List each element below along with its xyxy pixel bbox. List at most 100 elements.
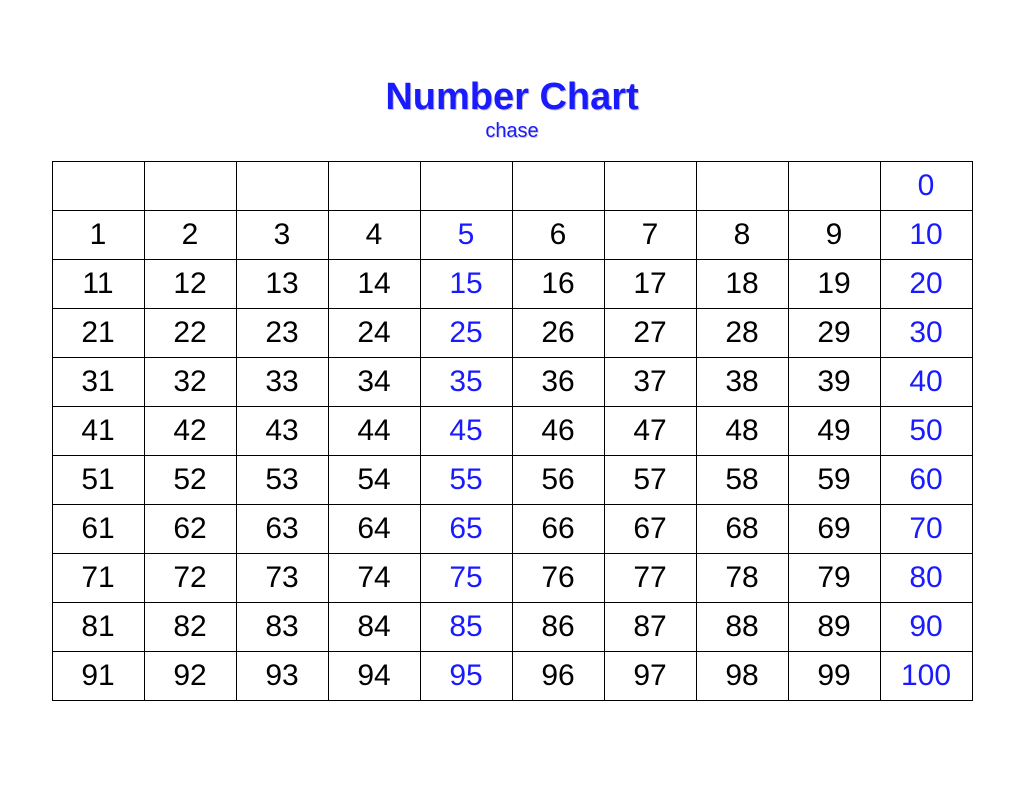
- table-cell: 16: [512, 259, 604, 308]
- table-cell: 96: [512, 651, 604, 700]
- table-cell: [788, 161, 880, 210]
- table-cell: 62: [144, 504, 236, 553]
- table-cell: 58: [696, 455, 788, 504]
- table-cell: 49: [788, 406, 880, 455]
- table-cell: 66: [512, 504, 604, 553]
- table-cell: 98: [696, 651, 788, 700]
- table-cell: 42: [144, 406, 236, 455]
- table-cell: 90: [880, 602, 972, 651]
- table-row: 11121314151617181920: [52, 259, 972, 308]
- table-cell: 97: [604, 651, 696, 700]
- table-cell: 33: [236, 357, 328, 406]
- table-row: 919293949596979899100: [52, 651, 972, 700]
- table-cell: 23: [236, 308, 328, 357]
- table-cell: 67: [604, 504, 696, 553]
- table-cell: 32: [144, 357, 236, 406]
- table-cell: 63: [236, 504, 328, 553]
- table-row: 81828384858687888990: [52, 602, 972, 651]
- table-cell: 83: [236, 602, 328, 651]
- table-cell: 50: [880, 406, 972, 455]
- table-cell: 53: [236, 455, 328, 504]
- table-cell: 86: [512, 602, 604, 651]
- table-cell: 15: [420, 259, 512, 308]
- table-cell: 94: [328, 651, 420, 700]
- table-cell: 26: [512, 308, 604, 357]
- table-row: 21222324252627282930: [52, 308, 972, 357]
- table-cell: 24: [328, 308, 420, 357]
- table-cell: 11: [52, 259, 144, 308]
- table-cell: [144, 161, 236, 210]
- table-row: 71727374757677787980: [52, 553, 972, 602]
- table-cell: [512, 161, 604, 210]
- table-cell: [696, 161, 788, 210]
- table-cell: 52: [144, 455, 236, 504]
- table-cell: 64: [328, 504, 420, 553]
- table-cell: 80: [880, 553, 972, 602]
- table-row: 0: [52, 161, 972, 210]
- table-cell: 36: [512, 357, 604, 406]
- table-cell: 25: [420, 308, 512, 357]
- table-cell: 20: [880, 259, 972, 308]
- table-cell: 51: [52, 455, 144, 504]
- table-cell: 89: [788, 602, 880, 651]
- table-cell: 5: [420, 210, 512, 259]
- table-cell: 7: [604, 210, 696, 259]
- table-cell: 59: [788, 455, 880, 504]
- table-cell: 92: [144, 651, 236, 700]
- table-cell: 10: [880, 210, 972, 259]
- table-cell: 78: [696, 553, 788, 602]
- table-cell: 44: [328, 406, 420, 455]
- table-cell: 13: [236, 259, 328, 308]
- table-cell: 85: [420, 602, 512, 651]
- table-cell: 46: [512, 406, 604, 455]
- table-cell: [52, 161, 144, 210]
- table-cell: 84: [328, 602, 420, 651]
- table-cell: 34: [328, 357, 420, 406]
- table-cell: 27: [604, 308, 696, 357]
- table-cell: 57: [604, 455, 696, 504]
- table-cell: 21: [52, 308, 144, 357]
- table-cell: [328, 161, 420, 210]
- table-cell: 39: [788, 357, 880, 406]
- table-cell: 70: [880, 504, 972, 553]
- table-cell: 17: [604, 259, 696, 308]
- table-cell: 93: [236, 651, 328, 700]
- table-cell: 2: [144, 210, 236, 259]
- table-cell: 99: [788, 651, 880, 700]
- table-cell: 4: [328, 210, 420, 259]
- table-cell: 68: [696, 504, 788, 553]
- table-row: 61626364656667686970: [52, 504, 972, 553]
- table-cell: 87: [604, 602, 696, 651]
- table-cell: 31: [52, 357, 144, 406]
- number-chart-body: 0123456789101112131415161718192021222324…: [52, 161, 972, 700]
- table-cell: 12: [144, 259, 236, 308]
- table-cell: 37: [604, 357, 696, 406]
- table-cell: 95: [420, 651, 512, 700]
- table-cell: 18: [696, 259, 788, 308]
- table-cell: 88: [696, 602, 788, 651]
- table-cell: 72: [144, 553, 236, 602]
- table-cell: 3: [236, 210, 328, 259]
- table-row: 31323334353637383940: [52, 357, 972, 406]
- table-cell: 75: [420, 553, 512, 602]
- table-cell: 91: [52, 651, 144, 700]
- table-cell: [420, 161, 512, 210]
- table-cell: 82: [144, 602, 236, 651]
- table-cell: 35: [420, 357, 512, 406]
- table-cell: 0: [880, 161, 972, 210]
- table-cell: 38: [696, 357, 788, 406]
- table-row: 41424344454647484950: [52, 406, 972, 455]
- table-cell: 41: [52, 406, 144, 455]
- table-cell: 69: [788, 504, 880, 553]
- table-cell: [236, 161, 328, 210]
- table-cell: 28: [696, 308, 788, 357]
- table-cell: 74: [328, 553, 420, 602]
- table-row: 51525354555657585960: [52, 455, 972, 504]
- page: Number Chart chase 012345678910111213141…: [0, 0, 1024, 792]
- table-cell: 81: [52, 602, 144, 651]
- table-cell: [604, 161, 696, 210]
- table-cell: 56: [512, 455, 604, 504]
- table-row: 12345678910: [52, 210, 972, 259]
- number-chart-table: 0123456789101112131415161718192021222324…: [52, 161, 973, 701]
- table-cell: 1: [52, 210, 144, 259]
